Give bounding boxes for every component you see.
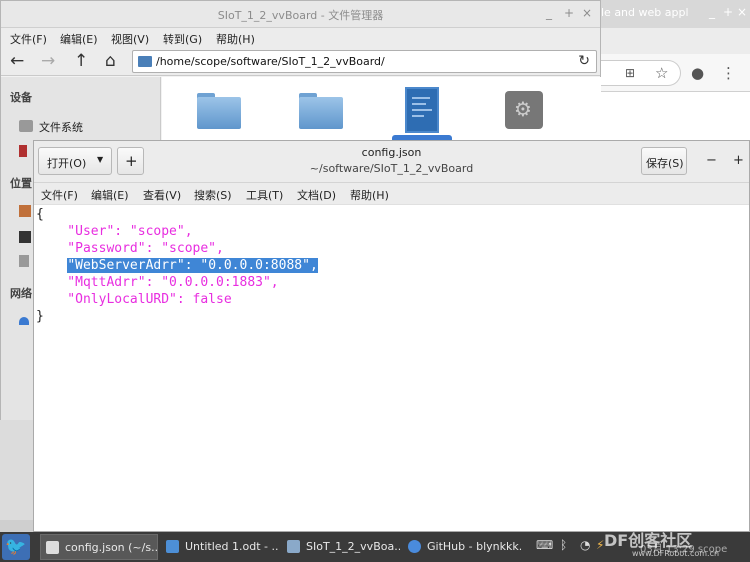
- code-line: {: [36, 207, 44, 222]
- taskbar-item-label: SIoT_1_2_vvBoa...: [306, 540, 400, 553]
- code-line-selected: "WebServerAdrr": "0.0.0.0:8088",: [36, 258, 318, 275]
- path-text: /home/scope/software/SIoT_1_2_vvBoard/: [156, 55, 385, 68]
- home-icon[interactable]: ⌂: [105, 51, 116, 71]
- fm-menu-file[interactable]: 文件(F): [10, 31, 47, 47]
- taskbar-item-editor[interactable]: config.json (~/s...: [40, 534, 158, 560]
- taskbar-item-label: config.json (~/s...: [65, 541, 158, 554]
- sidebar-places-header: 位置: [10, 177, 32, 190]
- file-manager-titlebar: SIoT_1_2_vvBoard - 文件管理器 _ + ×: [1, 1, 600, 28]
- desktop-icon[interactable]: [19, 231, 31, 243]
- editor-menu-view[interactable]: 查看(V): [143, 187, 181, 203]
- path-bar[interactable]: /home/scope/software/SIoT_1_2_vvBoard/ ↻: [132, 50, 597, 73]
- code-line: "OnlyLocalURD": false: [36, 292, 232, 307]
- browser-menu-icon[interactable]: ⋮: [721, 64, 736, 82]
- start-menu-icon[interactable]: 🐦: [2, 534, 30, 560]
- fm-menu-help[interactable]: 帮助(H): [216, 31, 255, 47]
- fm-maximize-button[interactable]: +: [564, 6, 574, 20]
- save-button-label: 保存(S): [646, 157, 684, 170]
- taskbar-item-browser[interactable]: GitHub - blynkkk...: [403, 534, 521, 560]
- desktop-edge: [0, 520, 33, 532]
- browser-tab-title[interactable]: le and web appl: [601, 6, 689, 19]
- browser-icon: [408, 540, 421, 553]
- translate-icon[interactable]: ⊞: [625, 66, 635, 80]
- network-icon[interactable]: [19, 317, 29, 325]
- taskbar-item-label: Untitled 1.odt - ...: [185, 540, 279, 553]
- folder-icon: [287, 540, 300, 553]
- editor-menubar: 文件(F) 编辑(E) 查看(V) 搜索(S) 工具(T) 文档(D) 帮助(H…: [34, 183, 749, 205]
- wifi-icon[interactable]: ◔: [580, 538, 590, 552]
- bookmark-star-icon[interactable]: ☆: [655, 64, 668, 82]
- editor-menu-tools[interactable]: 工具(T): [246, 187, 283, 203]
- executable-file-icon[interactable]: ⚙: [505, 91, 543, 129]
- editor-menu-search[interactable]: 搜索(S): [194, 187, 232, 203]
- fm-close-button[interactable]: ×: [582, 6, 592, 20]
- drive-icon: [19, 120, 33, 132]
- forward-arrow-icon[interactable]: →: [41, 51, 55, 71]
- code-line: }: [36, 309, 44, 324]
- selected-text: "WebServerAdrr": "0.0.0.0:8088",: [67, 258, 318, 273]
- editor-menu-file[interactable]: 文件(F): [41, 187, 78, 203]
- bluetooth-icon[interactable]: ᛒ: [560, 538, 567, 552]
- fm-minimize-button[interactable]: _: [546, 6, 552, 20]
- file-manager-menubar: 文件(F) 编辑(E) 视图(V) 转到(G) 帮助(H): [1, 28, 600, 48]
- editor-menu-documents[interactable]: 文档(D): [297, 187, 336, 203]
- save-button[interactable]: 保存(S): [641, 147, 687, 175]
- browser-close-button[interactable]: ×: [737, 5, 747, 19]
- folder-icon: [138, 56, 152, 67]
- reload-icon[interactable]: ↻: [578, 53, 590, 69]
- up-arrow-icon[interactable]: ↑: [74, 51, 88, 71]
- fm-menu-view[interactable]: 视图(V): [111, 31, 149, 47]
- file-manager-title: SIoT_1_2_vvBoard - 文件管理器: [217, 9, 384, 22]
- editor-headerbar: 打开(O) ▼ + config.json ~/software/SIoT_1_…: [34, 141, 749, 183]
- code-line: "User": "scope",: [36, 224, 193, 239]
- folder-item-icon[interactable]: [299, 93, 343, 129]
- text-editor-icon: [46, 541, 59, 554]
- taskbar-item-label: GitHub - blynkkk...: [427, 540, 521, 553]
- editor-text-area[interactable]: { "User": "scope", "Password": "scope", …: [34, 205, 749, 531]
- file-manager-toolbar: ← → ↑ ⌂ /home/scope/software/SIoT_1_2_vv…: [1, 48, 600, 76]
- browser-maximize-button[interactable]: +: [723, 5, 733, 19]
- code-line: "MqttAdrr": "0.0.0.0:1883",: [36, 275, 279, 290]
- taskbar-item-file-manager[interactable]: SIoT_1_2_vvBoa...: [282, 534, 400, 560]
- taskbar-item-writer[interactable]: Untitled 1.odt - ...: [161, 534, 279, 560]
- sd-card-icon: [19, 145, 27, 157]
- account-icon[interactable]: ●: [691, 64, 704, 82]
- browser-minimize-button[interactable]: _: [709, 5, 715, 19]
- folder-item-icon[interactable]: [197, 93, 241, 129]
- trash-icon[interactable]: [19, 255, 29, 267]
- back-arrow-icon[interactable]: ←: [10, 51, 24, 71]
- editor-menu-edit[interactable]: 编辑(E): [91, 187, 129, 203]
- code-line: "Password": "scope",: [36, 241, 224, 256]
- editor-maximize-button[interactable]: +: [733, 153, 744, 168]
- fm-menu-edit[interactable]: 编辑(E): [60, 31, 98, 47]
- sidebar-devices-header: 设备: [10, 91, 32, 104]
- watermark-url: www.DFRobot.com.cn: [632, 549, 720, 558]
- editor-menu-help[interactable]: 帮助(H): [350, 187, 389, 203]
- sidebar-item-filesystem[interactable]: 文件系统: [39, 119, 83, 135]
- sidebar-network-header: 网络: [10, 287, 32, 300]
- fm-menu-go[interactable]: 转到(G): [163, 31, 202, 47]
- editor-minimize-button[interactable]: −: [706, 153, 717, 168]
- watermark-logo: DF创客社区: [604, 531, 693, 550]
- home-folder-icon[interactable]: [19, 205, 31, 217]
- keyboard-icon[interactable]: ⌨: [536, 538, 553, 552]
- writer-icon: [166, 540, 179, 553]
- text-editor-window: 打开(O) ▼ + config.json ~/software/SIoT_1_…: [33, 140, 750, 532]
- json-file-icon[interactable]: [405, 87, 439, 133]
